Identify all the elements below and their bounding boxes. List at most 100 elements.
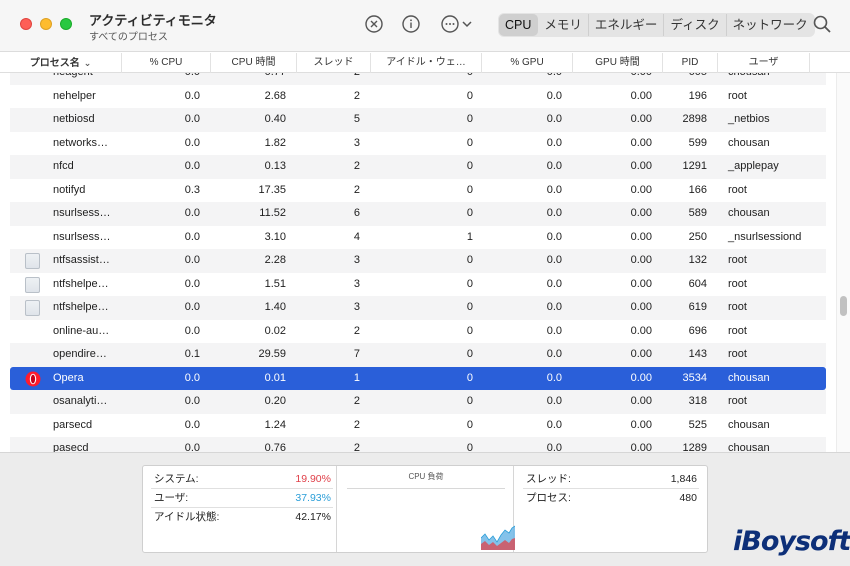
table-row[interactable]: netbiosd 0.0 0.40 5 0 0.0 0.00 2898 _netbios	[10, 108, 826, 132]
close-window-button[interactable]	[20, 18, 32, 30]
table-row[interactable]: opendire… 0.1 29.59 7 0 0.0 0.00 143 root	[10, 343, 826, 367]
idle-wakeups-cell: 0	[466, 395, 473, 407]
vertical-scrollbar[interactable]	[836, 73, 850, 452]
column-header-name[interactable]: プロセス名 ⌄	[0, 53, 122, 73]
threads-cell: 3	[353, 277, 360, 290]
row-icon-placeholder	[25, 347, 41, 363]
gpu-percent-cell: 0.0	[546, 371, 562, 384]
user-cell: root	[728, 89, 747, 102]
gpu-time-cell: 0.00	[630, 324, 652, 337]
cpu-percent-cell: 0.0	[184, 113, 200, 125]
table-row[interactable]: nsurlsess… 0.0 3.10 4 1 0.0 0.00 250 _nsurlsessi…	[10, 226, 826, 250]
user-cell: root	[728, 277, 747, 290]
column-header-gpu[interactable]: % GPU	[482, 53, 573, 73]
gpu-time-cell: 0.00	[630, 160, 652, 172]
user-cell: root	[728, 183, 747, 196]
threads-cell: 1	[353, 371, 360, 384]
gpu-time-cell: 0.00	[630, 395, 652, 407]
table-row[interactable]: networks… 0.0 1.82 3 0 0.0 0.00 599 chousan	[10, 132, 826, 156]
scrollbar-thumb[interactable]	[840, 296, 847, 316]
app-subtitle[interactable]: すべてのプロセス	[89, 28, 168, 43]
gpu-time-cell: 0.00	[630, 277, 652, 290]
title-bar: アクティビティモニタ すべてのプロセス CPU メモリ エネルギー ディスク ネ…	[0, 0, 850, 52]
cpu-percent-cell: 0.0	[184, 230, 200, 243]
generic-app-icon	[25, 300, 41, 316]
gpu-time-cell: 0.00	[630, 207, 652, 219]
stop-process-icon[interactable]	[364, 14, 384, 34]
table-row[interactable]: online-au… 0.0 0.02 2 0 0.0 0.00 696 root	[10, 320, 826, 344]
gpu-percent-cell: 0.0	[546, 324, 562, 337]
idle-wakeups-cell: 0	[466, 371, 473, 384]
table-row[interactable]: notifyd 0.3 17.35 2 0 0.0 0.00 166 root	[10, 179, 826, 203]
gpu-percent-cell: 0.0	[546, 160, 562, 172]
row-icon-placeholder	[25, 230, 41, 246]
cpu-percent-cell: 0.0	[184, 160, 200, 172]
pid-cell: 196	[688, 89, 707, 102]
chevron-down-icon[interactable]	[460, 14, 474, 34]
cpu-time-cell: 0.02	[264, 324, 286, 337]
table-row[interactable]: nfcd 0.0 0.13 2 0 0.0 0.00 1291 _applepay	[10, 155, 826, 179]
minimize-window-button[interactable]	[40, 18, 52, 30]
tab-disk[interactable]: ディスク	[664, 14, 727, 36]
table-row-selected[interactable]: Opera 0.0 0.01 1 0 0.0 0.00 3534 chousan	[10, 366, 826, 390]
table-row[interactable]: pasecd 0.0 0.76 2 0 0.0 0.00 1289 chousan	[10, 437, 826, 452]
gpu-percent-cell: 0.0	[546, 136, 562, 149]
column-header-cpu-time[interactable]: CPU 時間	[211, 53, 297, 73]
table-row[interactable]: parsecd 0.0 1.24 2 0 0.0 0.00 525 chousan	[10, 414, 826, 438]
table-row[interactable]: nehelper 0.0 2.68 2 0 0.0 0.00 196 root	[10, 85, 826, 109]
cpu-percent-cell: 0.0	[184, 277, 200, 290]
cpu-percent-cell: 0.0	[184, 442, 200, 452]
user-cell: _netbios	[728, 113, 770, 125]
column-header-cpu[interactable]: % CPU	[122, 53, 211, 73]
table-row[interactable]: ntfshelpe… 0.0 1.40 3 0 0.0 0.00 619 root	[10, 296, 826, 320]
column-header-idle-wakeups[interactable]: アイドル・ウェ…	[371, 53, 482, 73]
cpu-percent-cell: 0.0	[184, 371, 200, 384]
table-row[interactable]: nsurlsess… 0.0 11.52 6 0 0.0 0.00 589 chousan	[10, 202, 826, 226]
table-row[interactable]: osanalyti… 0.0 0.20 2 0 0.0 0.00 318 root	[10, 390, 826, 414]
info-icon[interactable]	[401, 14, 421, 34]
user-cell: chousan	[728, 418, 770, 431]
threads-cell: 2	[310, 73, 360, 85]
gpu-time-cell: 0.00	[580, 73, 652, 85]
user-cell: chousan	[728, 442, 770, 452]
cpu-percent-cell: 0.0	[184, 395, 200, 407]
pid-cell: 1291	[682, 160, 707, 172]
cpu-load-graph	[481, 525, 515, 550]
cpu-time-cell: 0.77	[220, 73, 286, 85]
cpu-percent-cell: 0.0	[184, 324, 200, 337]
stat-user: ユーザ: 37.93%	[151, 489, 333, 508]
idle-wakeups-cell: 0	[466, 136, 473, 149]
more-actions-icon[interactable]	[440, 14, 460, 34]
stat-processes: プロセス: 480	[523, 489, 699, 508]
stat-threads-label: スレッド:	[526, 473, 571, 485]
tab-energy[interactable]: エネルギー	[589, 14, 665, 36]
tab-network[interactable]: ネットワーク	[727, 14, 814, 36]
column-header-threads[interactable]: スレッド	[297, 53, 371, 73]
gpu-percent-cell: 0.0	[490, 73, 562, 85]
column-header-bar: プロセス名 ⌄ % CPU CPU 時間 スレッド アイドル・ウェ… % GPU …	[0, 53, 850, 73]
column-header-pid[interactable]: PID	[663, 53, 718, 73]
zoom-window-button[interactable]	[60, 18, 72, 30]
table-row[interactable]: neagent0.00.77200.00.00605chousan	[10, 73, 826, 85]
gpu-percent-cell: 0.0	[546, 277, 562, 290]
idle-wakeups-cell: 1	[466, 230, 473, 243]
row-icon-placeholder	[25, 112, 41, 128]
row-icon-placeholder	[25, 183, 41, 199]
tab-memory[interactable]: メモリ	[538, 14, 589, 36]
tab-cpu[interactable]: CPU	[499, 14, 539, 36]
column-header-gpu-time[interactable]: GPU 時間	[573, 53, 663, 73]
table-row[interactable]: ntfshelpe… 0.0 1.51 3 0 0.0 0.00 604 root	[10, 273, 826, 297]
graph-top-rule	[347, 488, 505, 489]
idle-wakeups-cell: 0	[420, 73, 473, 85]
threads-cell: 2	[353, 418, 360, 431]
idle-wakeups-cell: 0	[466, 113, 473, 125]
stat-threads-value: 1,846	[670, 473, 697, 485]
search-icon[interactable]	[812, 14, 832, 34]
pid-cell: 3534	[682, 371, 707, 384]
cpu-usage-stats: システム: 19.90% ユーザ: 37.93% アイドル状態: 42.17%	[151, 470, 333, 527]
column-header-user[interactable]: ユーザ	[718, 53, 810, 73]
gpu-percent-cell: 0.0	[546, 113, 562, 125]
cpu-load-title: CPU 負荷	[408, 472, 444, 481]
stat-user-value: 37.93%	[295, 492, 331, 504]
table-row[interactable]: ntfsassist… 0.0 2.28 3 0 0.0 0.00 132 root	[10, 249, 826, 273]
